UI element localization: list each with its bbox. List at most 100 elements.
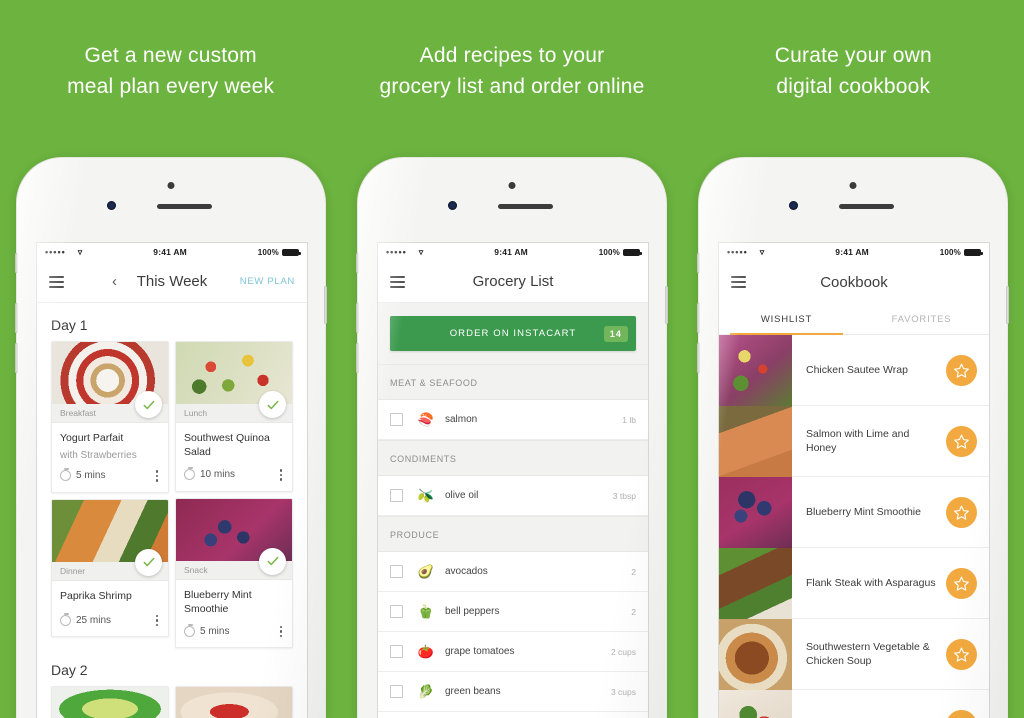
front-camera-icon xyxy=(448,201,457,210)
meal-card[interactable]: Breakfast Yogurt Parfait with Strawberri… xyxy=(51,341,169,493)
grocery-row[interactable]: 🫑 bell peppers 2 xyxy=(378,592,648,632)
power-button[interactable] xyxy=(1006,286,1009,324)
favorite-star-button[interactable] xyxy=(946,709,977,718)
new-plan-button[interactable]: NEW PLAN xyxy=(240,276,295,287)
favorite-star-button[interactable] xyxy=(946,567,977,599)
favorite-star-button[interactable] xyxy=(946,425,977,457)
earpiece-speaker xyxy=(839,204,894,209)
grocery-row[interactable]: 🫒 olive oil 3 tbsp xyxy=(378,476,648,516)
grocery-checkbox[interactable] xyxy=(390,565,403,578)
tab-favorites[interactable]: FAVORITES xyxy=(854,303,989,334)
status-time: 9:41 AM xyxy=(153,247,187,257)
grocery-checkbox[interactable] xyxy=(390,489,403,502)
grocery-scroll[interactable]: ORDER ON INSTACART 14 MEAT & SEAFOOD 🍣 s… xyxy=(378,303,648,718)
recipe-row[interactable]: Blueberry Mint Smoothie xyxy=(719,476,989,548)
earpiece-speaker xyxy=(157,204,212,209)
tomato-icon: 🍅 xyxy=(417,643,435,659)
volume-up-button[interactable] xyxy=(356,303,359,333)
recipe-row[interactable] xyxy=(719,689,989,718)
recipe-name: Flank Steak with Asparagus xyxy=(806,577,936,589)
recipe-row[interactable]: Flank Steak with Asparagus xyxy=(719,547,989,619)
screen-cookbook: ••••• ▿ 9:41 AM 100% Cookbook WISHLIST F… xyxy=(718,242,990,718)
meal-card[interactable]: Lunch Southwest Quinoa Salad 10 mins xyxy=(175,341,293,492)
meal-check-badge[interactable] xyxy=(135,391,162,418)
recipe-row[interactable]: Southwestern Vegetable & Chicken Soup xyxy=(719,618,989,690)
grocery-item-qty: 2 xyxy=(631,566,636,577)
cookbook-scroll[interactable]: Chicken Sautee Wrap Salmon with Lime and… xyxy=(719,335,989,718)
recipe-row[interactable]: Chicken Sautee Wrap xyxy=(719,335,989,406)
grocery-item-qty: 3 cups xyxy=(610,686,636,697)
power-button[interactable] xyxy=(324,286,327,324)
grocery-row[interactable]: 🍣 salmon 1 lb xyxy=(378,400,648,440)
recipe-photo-chicken-wrap xyxy=(719,335,792,406)
meal-check-badge[interactable] xyxy=(259,547,286,575)
grocery-checkbox[interactable] xyxy=(390,605,403,618)
category-header-condiments: CONDIMENTS xyxy=(378,440,648,476)
tab-wishlist[interactable]: WISHLIST xyxy=(719,303,854,335)
mute-switch[interactable] xyxy=(697,253,700,273)
hamburger-icon[interactable] xyxy=(390,273,405,291)
bell-pepper-icon: 🫑 xyxy=(417,603,435,619)
back-chevron-icon[interactable]: ‹ xyxy=(112,273,117,290)
meal-name: Paprika Shrimp xyxy=(60,589,132,602)
meal-name: Blueberry Mint Smoothie xyxy=(184,588,252,615)
meal-card[interactable] xyxy=(51,686,169,718)
power-button[interactable] xyxy=(665,286,668,324)
grocery-item-name: salmon xyxy=(445,414,478,425)
meal-footer: 10 mins xyxy=(176,461,292,491)
hamburger-icon[interactable] xyxy=(49,273,64,291)
battery-icon xyxy=(623,248,642,256)
meal-card[interactable] xyxy=(175,686,293,718)
page-title: Grocery List xyxy=(472,273,554,290)
mute-switch[interactable] xyxy=(356,253,359,273)
grocery-row[interactable]: 🥑 avocados 2 xyxy=(378,552,648,592)
favorite-star-button[interactable] xyxy=(946,638,977,670)
meal-card[interactable]: Dinner Paprika Shrimp 25 mins xyxy=(51,498,169,637)
grocery-checkbox[interactable] xyxy=(390,645,403,658)
olive-oil-icon: 🫒 xyxy=(417,487,435,503)
meal-overflow-menu-icon[interactable] xyxy=(154,468,161,484)
grocery-checkbox[interactable] xyxy=(390,685,403,698)
favorite-star-button[interactable] xyxy=(946,354,977,386)
meal-plan-scroll[interactable]: Day 1 Breakfast Yogurt Parfait with Stra… xyxy=(37,303,307,718)
volume-down-button[interactable] xyxy=(356,343,359,373)
mute-switch[interactable] xyxy=(15,253,18,273)
meal-time: 25 mins xyxy=(76,614,112,626)
grocery-checkbox[interactable] xyxy=(390,413,403,426)
recipe-photo-wrap-partial xyxy=(719,689,792,718)
phone-cookbook: ••••• ▿ 9:41 AM 100% Cookbook WISHLIST F… xyxy=(697,157,1009,718)
meal-card[interactable]: Snack Blueberry Mint Smoothie 5 mins xyxy=(175,497,293,648)
order-on-instacart-button[interactable]: ORDER ON INSTACART 14 xyxy=(390,316,636,351)
grocery-item-name: olive oil xyxy=(445,490,479,501)
volume-down-button[interactable] xyxy=(15,343,18,373)
meal-overflow-menu-icon[interactable] xyxy=(278,467,285,483)
status-time: 9:41 AM xyxy=(494,247,528,257)
grocery-row[interactable]: 🥬 green beans 3 cups xyxy=(378,672,648,712)
phone-meal-plan: ••••• ▿ 9:41 AM 100% ‹ This Week NEW PLA… xyxy=(15,157,327,718)
volume-up-button[interactable] xyxy=(15,303,18,333)
meal-footer: 25 mins xyxy=(52,607,168,637)
headline-3: Curate your own digital cookbook xyxy=(683,0,1024,155)
meal-overflow-menu-icon[interactable] xyxy=(278,624,285,640)
grocery-row[interactable]: 🍅 grape tomatoes 2 cups xyxy=(378,632,648,672)
favorite-star-button[interactable] xyxy=(946,496,977,528)
volume-down-button[interactable] xyxy=(697,343,700,373)
signal-dots-icon: ••••• xyxy=(45,247,66,257)
volume-up-button[interactable] xyxy=(697,303,700,333)
timer-icon xyxy=(184,467,195,481)
meal-overflow-menu-icon[interactable] xyxy=(154,613,161,629)
meal-photo-avocado-bowl xyxy=(52,687,168,718)
nav-bar-cookbook: Cookbook xyxy=(719,261,989,303)
meal-check-badge[interactable] xyxy=(135,548,162,576)
front-camera-icon xyxy=(107,201,116,210)
recipe-row[interactable]: Salmon with Lime and Honey xyxy=(719,405,989,477)
category-header-meat: MEAT & SEAFOOD xyxy=(378,364,648,400)
meal-check-badge[interactable] xyxy=(259,391,286,418)
status-bar: ••••• ▿ 9:41 AM 100% xyxy=(37,243,307,261)
grocery-item-name: grape tomatoes xyxy=(445,646,515,657)
hamburger-icon[interactable] xyxy=(731,273,746,291)
salmon-icon: 🍣 xyxy=(417,411,435,427)
phone-grocery-list: ••••• ▿ 9:41 AM 100% Grocery List ORDER … xyxy=(356,157,668,718)
meal-footer: 5 mins xyxy=(52,462,168,492)
meal-footer: 5 mins xyxy=(176,618,292,648)
